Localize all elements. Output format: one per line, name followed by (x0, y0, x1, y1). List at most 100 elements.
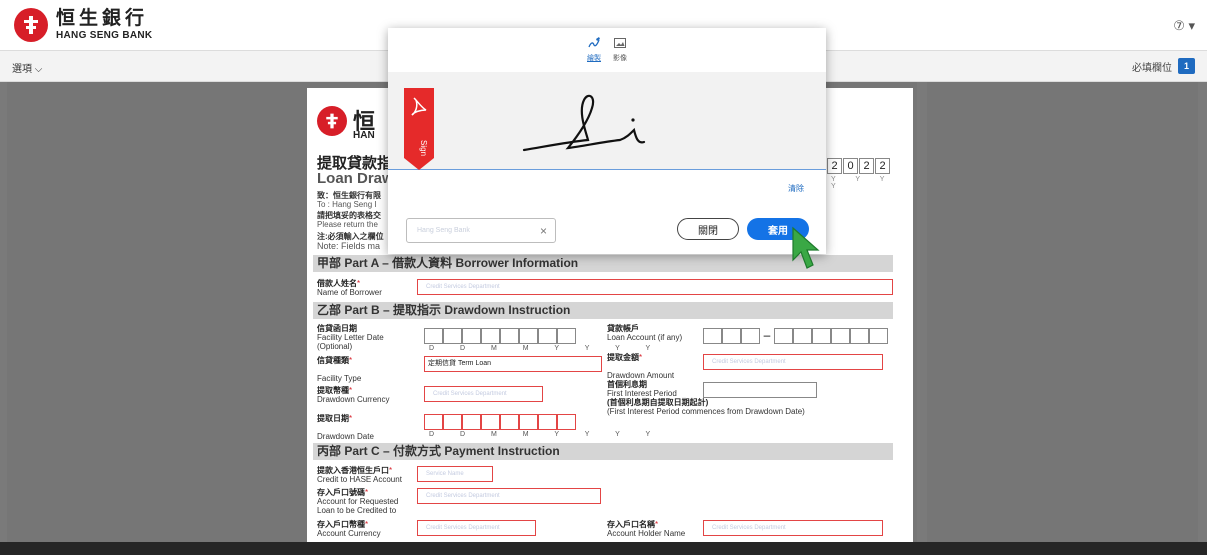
account-currency-label: 存入戶口幣種* Account Currency (317, 520, 381, 538)
borrower-name-field[interactable]: Credit Services Department (417, 279, 893, 295)
year-digit[interactable]: 0 (843, 158, 858, 174)
borrower-name-label-en: Name of Borrower (317, 288, 382, 297)
tab-draw[interactable]: 繪製 (587, 36, 601, 72)
account-digit-box[interactable] (869, 328, 888, 344)
date-digit-box[interactable] (519, 414, 538, 430)
date-digit-box[interactable] (424, 328, 443, 344)
year-digit[interactable]: 2 (875, 158, 890, 174)
drawdown-currency-label-zh: 提取幣種 (317, 386, 349, 395)
close-button[interactable]: 關閉 (677, 218, 739, 240)
account-number-field[interactable]: Credit Services Department (417, 488, 601, 504)
account-holder-field[interactable]: Credit Services Department (703, 520, 883, 536)
account-currency-field[interactable]: Credit Services Department (417, 520, 536, 536)
credit-account-field[interactable]: Service Name (417, 466, 493, 482)
required-count-badge[interactable]: 1 (1178, 58, 1195, 74)
required-mark: * (389, 466, 393, 475)
facility-type-label-en: Facility Type (317, 374, 362, 383)
loan-account-digits[interactable]: – (703, 328, 888, 344)
signer-name-input[interactable]: Hang Seng Bank × (406, 218, 556, 243)
tab-image-label: 影像 (613, 55, 627, 62)
account-digit-box[interactable] (793, 328, 812, 344)
page-logo-en: HAN (353, 130, 375, 141)
drawdown-date-digits[interactable] (424, 414, 576, 430)
required-mark: * (349, 356, 353, 365)
bank-logo-icon (14, 8, 48, 42)
loan-account-label-zh: 貸款帳戶 (607, 324, 639, 333)
page-logo-icon (317, 106, 347, 136)
date-digit-box[interactable] (462, 414, 481, 430)
account-holder-value: Credit Services Department (712, 525, 786, 531)
loan-account-label-en: Loan Account (if any) (607, 333, 683, 342)
date-digit-box[interactable] (500, 414, 519, 430)
date-digit-box[interactable] (443, 328, 462, 344)
account-digit-box[interactable] (774, 328, 793, 344)
signature-tabs: 繪製 影像 (388, 28, 826, 72)
brand-logo: 恒生銀行 HANG SENG BANK (14, 8, 152, 42)
borrower-name-value: Credit Services Department (426, 284, 500, 290)
required-mark: * (365, 488, 369, 497)
interest-period-note-zh: (首個利息期自提取日期起計) (607, 398, 709, 407)
account-digit-box[interactable] (812, 328, 831, 344)
account-digit-box[interactable] (850, 328, 869, 344)
required-mark: * (357, 279, 361, 288)
year-digit[interactable]: 2 (859, 158, 874, 174)
date-digit-box[interactable] (443, 414, 462, 430)
date-digit-box[interactable] (538, 328, 557, 344)
borrower-name-label: 借款人姓名* Name of Borrower (317, 279, 382, 297)
signer-name-value: Hang Seng Bank (417, 227, 470, 234)
cursor-arrow-icon (792, 226, 820, 269)
account-currency-label-zh: 存入戶口幣種 (317, 520, 365, 529)
signature-canvas[interactable] (388, 72, 826, 170)
date-digit-box[interactable] (424, 414, 443, 430)
account-digit-box[interactable] (741, 328, 760, 344)
required-fields-label: 必填欄位 (1132, 62, 1172, 74)
account-holder-label-zh: 存入戶口名稱 (607, 520, 655, 529)
account-number-label-en-1: Account for Requested (317, 497, 399, 506)
required-fields-indicator[interactable]: 必填欄位 1 (1132, 58, 1195, 74)
account-digit-box[interactable] (703, 328, 722, 344)
drawdown-date-label-en: Drawdown Date (317, 432, 374, 441)
facility-type-label: 信貸種類* Facility Type (317, 356, 361, 383)
clear-name-icon[interactable]: × (540, 224, 547, 238)
account-number-label-zh: 存入戶口號碼 (317, 488, 365, 497)
date-digit-box[interactable] (557, 328, 576, 344)
signature-stroke (522, 94, 646, 152)
account-digit-box[interactable] (831, 328, 850, 344)
clear-signature-link[interactable]: 清除 (788, 183, 804, 194)
tower-glyph-icon (24, 16, 38, 34)
credit-account-label-en: Credit to HASE Account (317, 475, 402, 484)
facility-type-select[interactable]: 定期信貸 Term Loan (424, 356, 602, 372)
interest-period-label-zh: 首個利息期 (607, 380, 647, 389)
year-digit[interactable]: 2 (827, 158, 842, 174)
date-digit-box[interactable] (519, 328, 538, 344)
drawdown-currency-label: 提取幣種* Drawdown Currency (317, 386, 389, 404)
drawdown-currency-field[interactable]: Credit Services Department (424, 386, 543, 402)
options-menu-button[interactable]: 選項 ⌵ (12, 60, 42, 75)
date-digit-box[interactable] (557, 414, 576, 430)
date-digit-box[interactable] (481, 414, 500, 430)
facility-date-format-label: D D M M Y Y Y Y (429, 345, 663, 352)
draw-icon (588, 37, 600, 48)
account-currency-value: Credit Services Department (426, 525, 500, 531)
interest-period-field[interactable] (703, 382, 817, 398)
date-digit-box[interactable] (500, 328, 519, 344)
facility-date-label-en: Facility Letter Date (317, 333, 384, 342)
date-digit-box[interactable] (462, 328, 481, 344)
required-mark: * (639, 353, 643, 362)
section-part-c: 丙部 Part C – 付款方式 Payment Instruction (313, 443, 893, 460)
drawdown-amount-field[interactable]: Credit Services Department (703, 354, 883, 370)
date-digit-box[interactable] (538, 414, 557, 430)
credit-account-value: Service Name (426, 471, 464, 477)
account-digit-box[interactable] (722, 328, 741, 344)
facility-date-digits[interactable] (424, 328, 576, 344)
sign-here-flag-icon: Sign (404, 88, 434, 170)
help-menu-button[interactable]: ⑦ ▾ (1173, 18, 1195, 34)
date-digit-box[interactable] (481, 328, 500, 344)
account-number-value: Credit Services Department (426, 493, 500, 499)
return-instruction-en: Please return the (317, 220, 378, 229)
required-mark: * (349, 386, 353, 395)
brand-name-en: HANG SENG BANK (56, 30, 153, 41)
facility-type-label-zh: 信貸種類 (317, 356, 349, 365)
drawdown-amount-label: 提取金額* Drawdown Amount (607, 353, 674, 380)
tab-image[interactable]: 影像 (613, 36, 627, 72)
